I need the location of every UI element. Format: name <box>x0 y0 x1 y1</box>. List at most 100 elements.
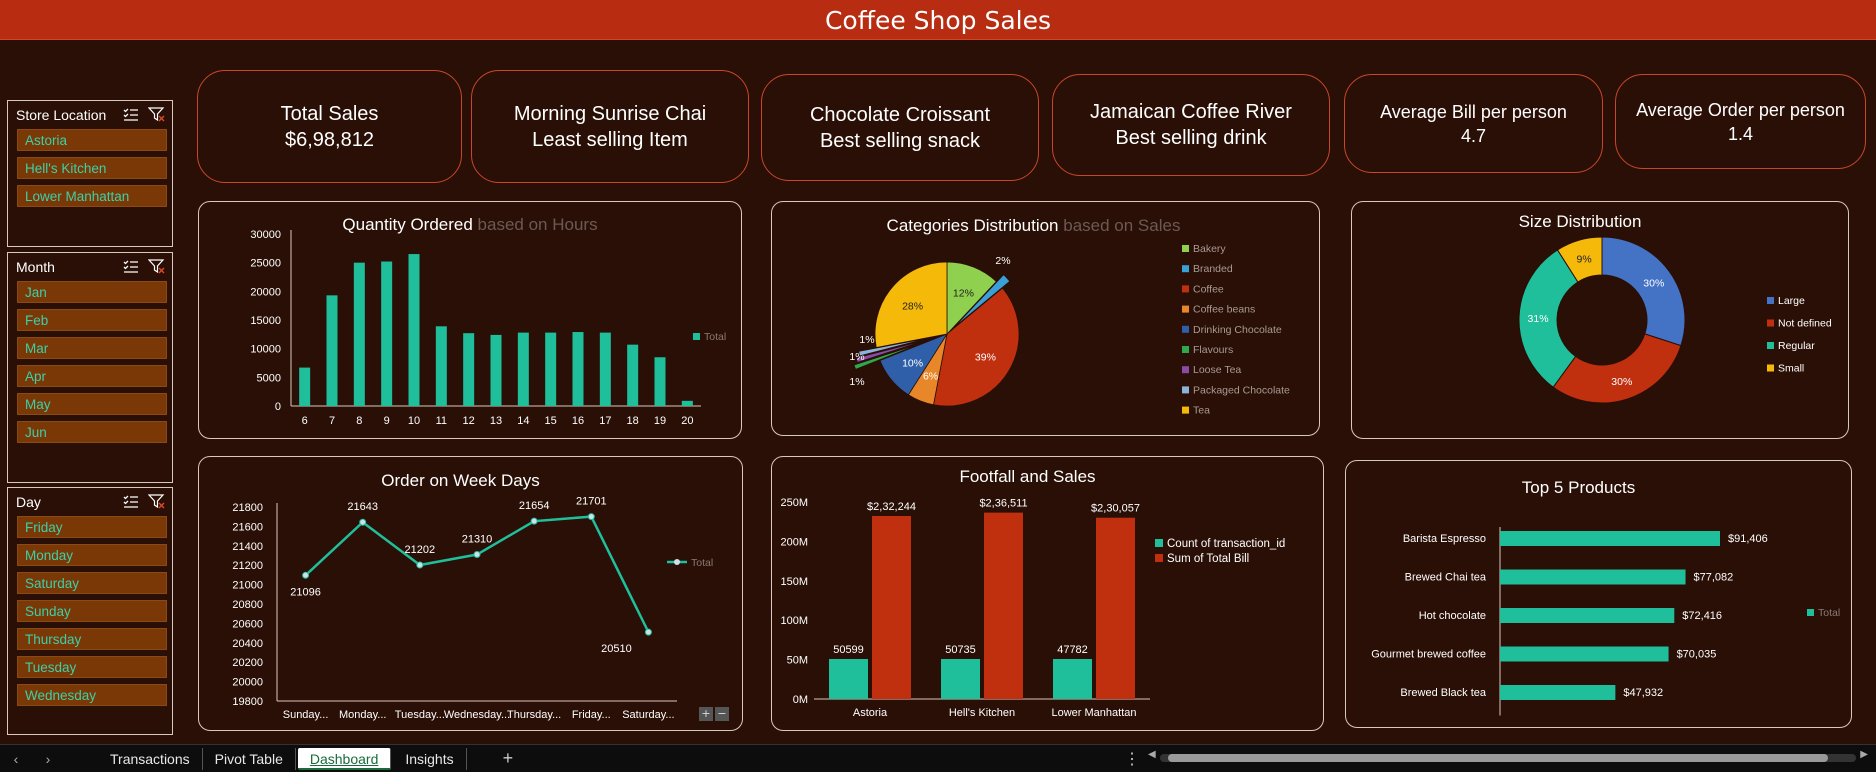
data-point <box>473 551 481 559</box>
legend-label: Total <box>704 331 726 343</box>
horizontal-scrollbar[interactable]: ◀ ▶ <box>1148 749 1868 765</box>
tab-insights[interactable]: Insights <box>393 747 467 770</box>
x-tick-label: Wednesday... <box>444 709 510 721</box>
expand-button[interactable]: + <box>699 707 713 721</box>
bar <box>326 295 338 406</box>
slicer-day[interactable]: Day Friday Monday Saturday Sunday Thursday Tu… <box>7 487 173 735</box>
slicer-item-wednesday[interactable]: Wednesday <box>17 684 167 706</box>
slicer-item-monday[interactable]: Monday <box>17 544 167 566</box>
slicer-item-lower-manhattan[interactable]: Lower Manhattan <box>17 185 167 207</box>
data-label: 21202 <box>405 544 436 556</box>
x-tick-label: Sunday... <box>283 709 329 721</box>
data-label: $2,30,057 <box>1091 503 1140 515</box>
slicer-item-feb[interactable]: Feb <box>17 309 167 331</box>
bar <box>1500 646 1669 662</box>
kpi-average-bill: Average Bill per person 4.7 <box>1344 74 1603 173</box>
scroll-left-icon[interactable]: ◀ <box>1148 749 1156 760</box>
bar <box>490 334 502 406</box>
data-label: 47782 <box>1057 644 1088 656</box>
legend-label: Bakery <box>1193 243 1226 255</box>
bar <box>1500 608 1675 623</box>
data-label: $91,406 <box>1728 533 1768 545</box>
prev-sheet-icon[interactable]: ‹ <box>0 751 32 767</box>
slicer-header: Day <box>8 488 172 516</box>
category-label: Hot chocolate <box>1419 610 1486 622</box>
x-tick-label: 10 <box>408 415 420 427</box>
legend-label: Loose Tea <box>1193 364 1241 376</box>
kpi-best-snack: Chocolate Croissant Best selling snack <box>761 74 1039 181</box>
data-label: 50735 <box>945 644 976 656</box>
scroll-right-icon[interactable]: ▶ <box>1860 749 1868 760</box>
scrollbar-thumb[interactable] <box>1168 754 1828 762</box>
legend-swatch <box>1182 346 1189 353</box>
bar <box>299 367 311 406</box>
category-label: Brewed Chai tea <box>1405 572 1487 584</box>
kpi-label: Average Order per person <box>1636 99 1845 120</box>
category-label: Barista Espresso <box>1403 533 1486 545</box>
slicer-month[interactable]: Month Jan Feb Mar Apr May Jun <box>7 252 173 483</box>
slicer-title: Day <box>16 494 41 510</box>
slicer-header: Month <box>8 253 172 281</box>
slicer-item-may[interactable]: May <box>17 393 167 415</box>
bar <box>517 332 529 406</box>
clear-filter-icon[interactable] <box>146 257 168 277</box>
slicer-item-tuesday[interactable]: Tuesday <box>17 656 167 678</box>
tab-dashboard[interactable]: Dashboard <box>297 747 392 770</box>
legend-swatch <box>1182 305 1189 313</box>
next-sheet-icon[interactable]: › <box>32 751 64 767</box>
slicer-item-thursday[interactable]: Thursday <box>17 628 167 650</box>
chart-svg: 250M 200M 150M 100M 50M 0M 50599 $2,32,244 Astor… <box>780 497 1285 719</box>
x-tick-label: 13 <box>490 415 502 427</box>
legend-label: Coffee beans <box>1193 304 1255 316</box>
y-tick-label: 20600 <box>232 618 263 630</box>
legend-swatch <box>1182 245 1189 252</box>
data-label: 28% <box>902 301 923 313</box>
legend-label: Tea <box>1193 405 1210 417</box>
tab-transactions[interactable]: Transactions <box>98 747 203 770</box>
x-tick-label: 7 <box>329 415 335 427</box>
data-point <box>302 571 310 579</box>
slicer-item-saturday[interactable]: Saturday <box>17 572 167 594</box>
more-options-icon[interactable]: ⋮ <box>1124 749 1140 769</box>
legend-swatch <box>1182 386 1189 394</box>
slicer-header: Store Location <box>8 101 172 129</box>
x-tick-label: 18 <box>627 415 639 427</box>
slicer-item-jun[interactable]: Jun <box>17 421 167 443</box>
legend-label: Total <box>691 557 713 569</box>
y-tick-label: 200M <box>780 536 808 548</box>
bar-total-bill <box>872 515 911 699</box>
legend-swatch <box>1182 265 1189 273</box>
y-tick-label: 21200 <box>232 560 263 572</box>
slicer-item-mar[interactable]: Mar <box>17 337 167 359</box>
legend-swatch <box>1182 285 1189 293</box>
data-label: 30% <box>1643 277 1664 289</box>
data-label: $77,082 <box>1694 572 1734 584</box>
chart-svg: 12%2%39%6%10%1%1%1%28%BakeryBrandedCoffe… <box>849 243 1290 417</box>
slicer-item-jan[interactable]: Jan <box>17 281 167 303</box>
tab-pivot-table[interactable]: Pivot Table <box>203 747 296 770</box>
slicer-store-location[interactable]: Store Location Astoria Hell's Kitchen Lowe… <box>7 100 173 247</box>
multi-select-icon[interactable] <box>120 257 142 277</box>
add-sheet-icon[interactable]: + <box>503 748 514 769</box>
multi-select-icon[interactable] <box>120 105 142 125</box>
clear-filter-icon[interactable] <box>146 492 168 512</box>
data-label: $2,36,511 <box>979 498 1027 510</box>
x-tick-label: 6 <box>302 415 308 427</box>
clear-filter-icon[interactable] <box>146 105 168 125</box>
slicer-item-friday[interactable]: Friday <box>17 516 167 538</box>
x-tick-label: 19 <box>654 415 666 427</box>
legend-swatch <box>1155 554 1163 562</box>
collapse-button[interactable]: − <box>715 707 729 721</box>
slicer-item-hell-s-kitchen[interactable]: Hell's Kitchen <box>17 157 167 179</box>
chart-quantity-ordered: Quantity Ordered based on Hours 30000 250… <box>198 201 742 439</box>
data-label: 21654 <box>519 500 550 512</box>
bar-transactions <box>1053 659 1092 699</box>
slicer-item-sunday[interactable]: Sunday <box>17 600 167 622</box>
category-label: Brewed Black tea <box>1400 687 1486 699</box>
slicer-item-apr[interactable]: Apr <box>17 365 167 387</box>
y-tick-label: 20800 <box>232 599 263 611</box>
data-label: $47,932 <box>1623 687 1663 699</box>
slicer-item-astoria[interactable]: Astoria <box>17 129 167 151</box>
multi-select-icon[interactable] <box>120 492 142 512</box>
sheet-tabs: Transactions Pivot Table Dashboard Insights <box>98 747 467 770</box>
